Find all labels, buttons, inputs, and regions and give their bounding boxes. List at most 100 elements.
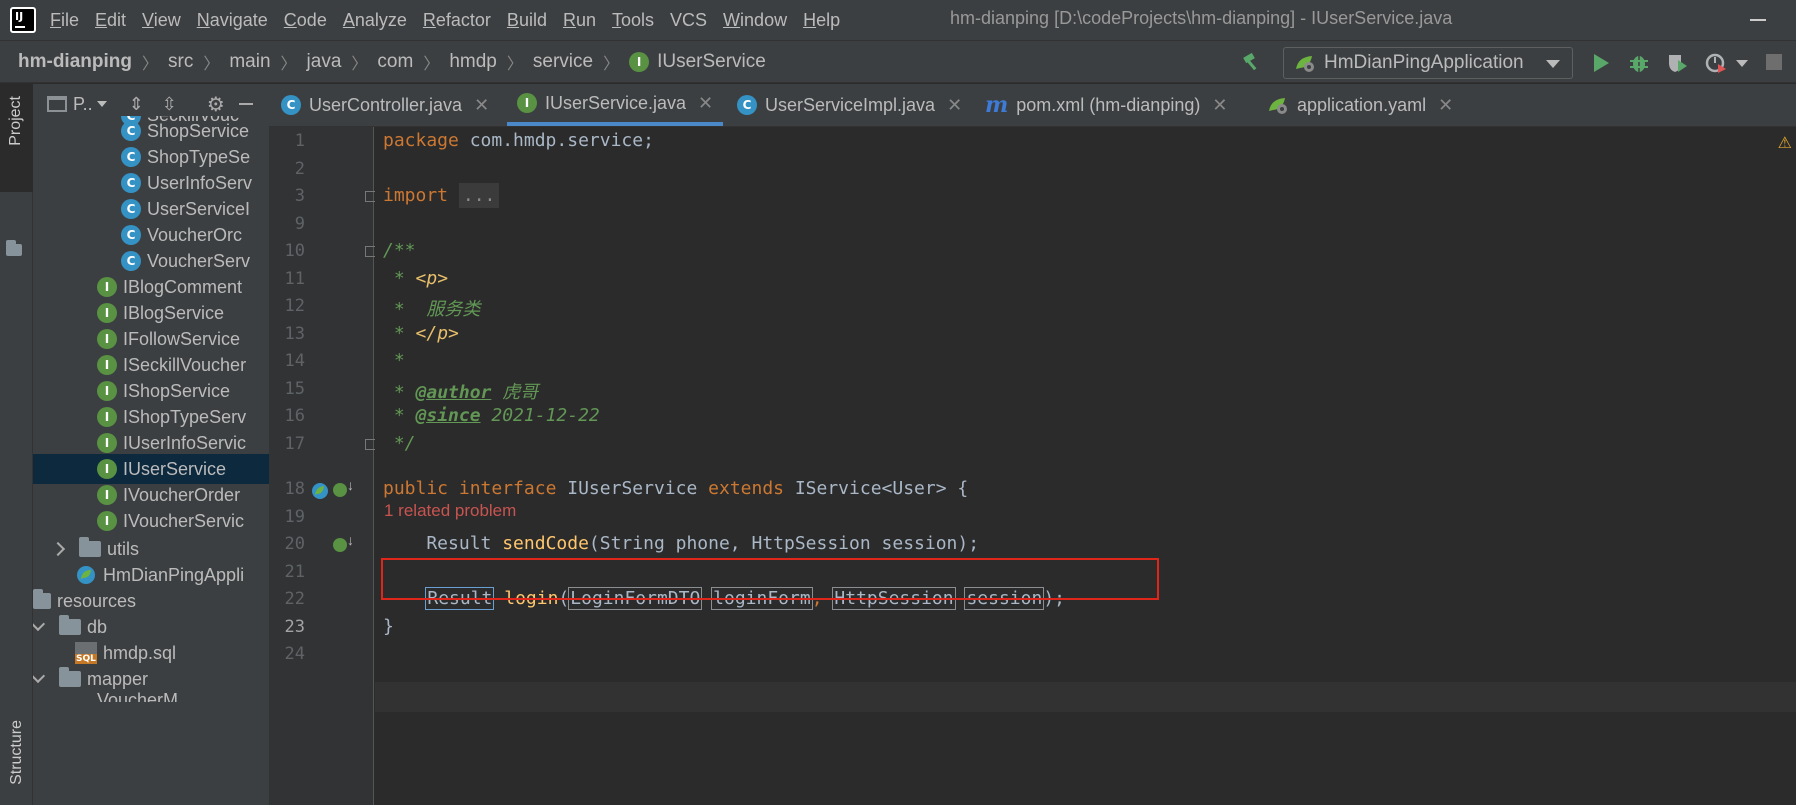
line-number: 10 [284, 241, 305, 261]
close-icon[interactable]: ✕ [474, 95, 489, 116]
tree-item-label: VoucherServ [147, 250, 251, 271]
breadcrumb-project[interactable]: hm-dianping [18, 51, 132, 73]
spring-bean-icon[interactable] [311, 482, 329, 500]
collapse-all-icon[interactable]: ⇳ [162, 94, 177, 115]
breadcrumb-service[interactable]: service [533, 51, 593, 73]
code-line: * [383, 350, 405, 371]
structure-tab-label[interactable]: Structure [8, 720, 26, 785]
coverage-icon[interactable] [1666, 52, 1688, 74]
close-icon[interactable]: ✕ [698, 93, 713, 114]
minimize-button[interactable] [1750, 19, 1766, 21]
code-editor[interactable]: ⚠ package com.hmdp.service; import ... /… [375, 127, 1796, 805]
close-icon[interactable]: ✕ [947, 95, 962, 116]
chevron-right-icon: 〉 [203, 55, 220, 73]
tab-usercontroller[interactable]: C UserController.java ✕ [281, 84, 489, 126]
chevron-down-icon[interactable] [33, 668, 46, 684]
line-number: 19 [284, 507, 305, 527]
run-icon[interactable] [1590, 52, 1612, 74]
folder-icon [6, 240, 22, 256]
chevron-right-icon: 〉 [141, 55, 158, 73]
close-icon[interactable]: ✕ [1438, 95, 1453, 116]
tree-item-label: hmdp.sql [103, 642, 177, 663]
tree-item-label: ISeckillVoucher [123, 354, 247, 375]
warning-icon[interactable]: ⚠ [1778, 133, 1792, 153]
maven-icon: m [985, 92, 1009, 118]
line-number: 21 [284, 562, 305, 582]
menu-edit[interactable]: Edit [95, 10, 126, 31]
tree-item-label: HmDianPingAppli [103, 564, 245, 585]
line-number: 12 [284, 296, 305, 316]
menu-analyze[interactable]: Analyze [343, 10, 407, 31]
stop-icon[interactable] [1766, 54, 1782, 70]
left-tool-strip [0, 84, 33, 805]
menu-build[interactable]: Build [507, 10, 547, 31]
line-number: 3 [294, 186, 305, 206]
breadcrumb-hmdp[interactable]: hmdp [449, 51, 497, 73]
project-view-icon [47, 96, 67, 112]
class-icon: C [121, 147, 141, 167]
hide-panel-icon[interactable] [238, 103, 253, 105]
tab-userserviceimpl[interactable]: C UserServiceImpl.java ✕ [737, 84, 962, 126]
class-icon: C [737, 95, 757, 115]
tree-item[interactable]: VoucherM [33, 690, 269, 702]
breadcrumb-main[interactable]: main [229, 51, 270, 73]
build-hammer-icon[interactable] [1242, 52, 1262, 72]
interface-icon: I [97, 407, 117, 427]
menu-help[interactable]: Help [803, 10, 840, 31]
line-number: 2 [294, 159, 305, 179]
debug-icon[interactable] [1628, 52, 1650, 74]
dropdown-arrow-icon[interactable] [96, 101, 107, 107]
breadcrumb-com[interactable]: com [377, 51, 413, 73]
implemented-icon[interactable] [333, 483, 347, 497]
line-number: 1 [294, 131, 305, 151]
class-icon: C [121, 225, 141, 245]
tab-pom[interactable]: m pom.xml (hm-dianping) ✕ [985, 84, 1227, 126]
dropdown-arrow-icon [1546, 60, 1560, 68]
tree-item-label: IShopService [123, 380, 231, 401]
chevron-right-icon[interactable] [50, 541, 66, 557]
resources-folder-icon [33, 589, 51, 609]
chevron-down-icon[interactable] [33, 616, 46, 632]
folder-icon [59, 667, 81, 687]
related-problem-hint[interactable]: 1 related problem [384, 501, 516, 521]
project-view-label[interactable]: P.. [73, 94, 93, 115]
folded-imports[interactable]: ... [458, 183, 500, 208]
breadcrumb-src[interactable]: src [168, 51, 193, 73]
code-line: } [383, 616, 394, 637]
class-icon: C [281, 95, 301, 115]
breadcrumb-java[interactable]: java [307, 51, 342, 73]
menu-file[interactable]: File [50, 10, 79, 31]
run-configuration-selector[interactable]: HmDianPingApplication [1283, 47, 1573, 79]
tab-application-yaml[interactable]: application.yaml ✕ [1267, 84, 1453, 126]
line-number: 22 [284, 589, 305, 609]
menu-run[interactable]: Run [563, 10, 596, 31]
menu-navigate[interactable]: Navigate [197, 10, 268, 31]
code-line: import ... [383, 183, 500, 208]
code-line: * @since 2021-12-22 [383, 405, 600, 426]
implemented-icon[interactable] [333, 538, 347, 552]
menu-tools[interactable]: Tools [612, 10, 654, 31]
tree-item-label: db [87, 616, 108, 637]
project-tool-tab[interactable]: Project [0, 84, 33, 256]
spring-app-icon [77, 566, 95, 584]
red-highlight-box [381, 558, 1159, 600]
tree-item[interactable]: I IVoucherServic [33, 506, 269, 536]
menu-window[interactable]: Window [723, 10, 787, 31]
class-icon: C [121, 199, 141, 219]
menu-code[interactable]: Code [284, 10, 327, 31]
menu-view[interactable]: View [142, 10, 181, 31]
line-number: 15 [284, 379, 305, 399]
profile-icon[interactable] [1705, 52, 1727, 74]
menu-refactor[interactable]: Refactor [423, 10, 491, 31]
spring-boot-icon [1296, 56, 1314, 72]
project-panel: P.. ⇕ ⇳ ⚙ CSeckillVouc CShopService CSho… [33, 84, 269, 805]
interface-icon: I [97, 303, 117, 323]
close-icon[interactable]: ✕ [1212, 95, 1227, 116]
more-run-options-icon[interactable] [1736, 60, 1748, 67]
menu-vcs[interactable]: VCS [670, 10, 707, 31]
gear-icon[interactable]: ⚙ [207, 92, 225, 117]
expand-all-icon[interactable]: ⇕ [129, 94, 144, 115]
tab-iuserservice[interactable]: I IUserService.java ✕ [507, 84, 724, 126]
breadcrumb-iuserservice[interactable]: IUserService [657, 51, 766, 73]
interface-icon: I [517, 93, 537, 113]
